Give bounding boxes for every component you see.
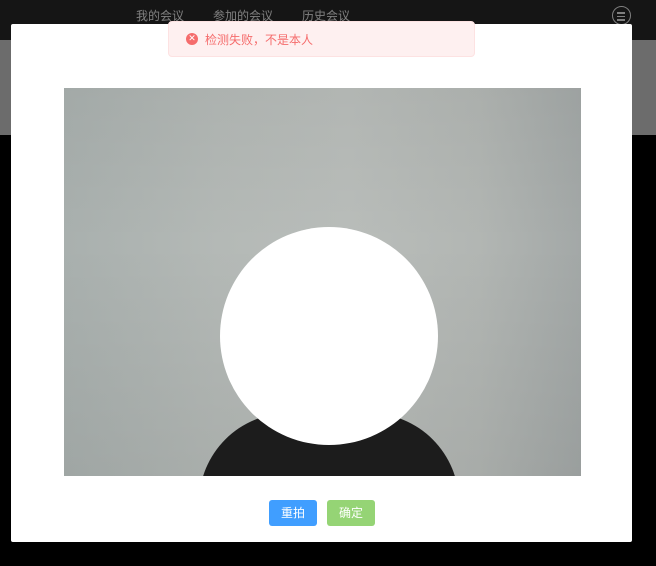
toast-message: 检测失败，不是本人 <box>205 33 314 47</box>
face-verification-dialog: 重拍 确定 <box>11 24 632 542</box>
retake-button[interactable]: 重拍 <box>269 500 317 526</box>
face-mask-circle <box>220 227 438 445</box>
error-toast: ✕ 检测失败，不是本人 <box>168 21 475 57</box>
error-circle-icon: ✕ <box>186 33 198 45</box>
confirm-button[interactable]: 确定 <box>327 500 375 526</box>
camera-preview <box>64 88 581 476</box>
